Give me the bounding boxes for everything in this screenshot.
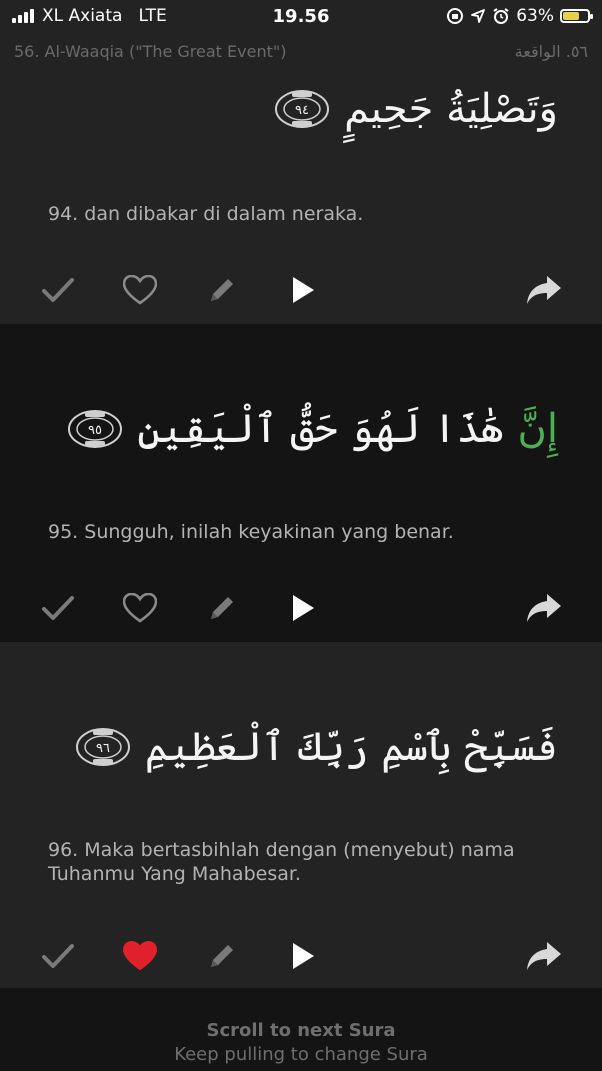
heart-icon[interactable] [120, 588, 160, 628]
share-icon[interactable] [524, 588, 564, 628]
ayah-number-marker: ٩٤ [274, 89, 330, 129]
ayah-arabic-highlight: إِنَّ [517, 406, 559, 452]
alarm-icon [493, 8, 509, 24]
sura-header: 56. Al-Waaqia ("The Great Event") ٥٦. ال… [0, 36, 602, 70]
pull-to-next-sura-footer: Scroll to next Sura Keep pulling to chan… [0, 988, 602, 1071]
check-icon[interactable] [38, 588, 78, 628]
heart-icon-filled[interactable] [120, 936, 160, 976]
ayah-number-marker: ٩٥ [67, 409, 123, 449]
ayah-number: ٩٦ [96, 741, 110, 756]
play-icon[interactable] [283, 270, 323, 310]
check-icon[interactable] [38, 936, 78, 976]
ayah-arabic-text: وَتَصْلِيَةُ جَحِيمٍ ٩٤ [274, 86, 558, 132]
ayah-card-94[interactable]: وَتَصْلِيَةُ جَحِيمٍ ٩٤ 94. dan dibakar … [0, 70, 602, 324]
share-icon[interactable] [524, 936, 564, 976]
ayah-arabic-text: فَسَبِّحْ بِٱسْمِ رَبِّكَ ٱلْعَظِيمِ ٩٦ [75, 724, 558, 770]
ayah-card-95[interactable]: إِنَّ هَٰذَا لَهُوَ حَقُّ ٱلْيَقِينِ ٩٥ … [0, 324, 602, 642]
battery-percent: 63% [516, 6, 554, 26]
scroll-next-sura-label: Scroll to next Sura [206, 1020, 396, 1041]
status-right: 63% [446, 6, 593, 26]
status-bar: XL Axiata LTE 19.56 63% [0, 0, 602, 36]
sura-title-latin: 56. Al-Waaqia ("The Great Event") [14, 42, 287, 61]
ayah-actions [0, 588, 602, 628]
pencil-icon[interactable] [202, 936, 242, 976]
sura-title-arabic: ٥٦. الواقعة [514, 42, 588, 61]
ayah-arabic-text: إِنَّ هَٰذَا لَهُوَ حَقُّ ٱلْيَقِينِ ٩٥ [67, 406, 558, 452]
pencil-icon[interactable] [202, 588, 242, 628]
ayah-number: ٩٤ [295, 103, 309, 118]
ayah-actions [0, 936, 602, 976]
battery-icon [560, 9, 593, 23]
ayah-arabic: فَسَبِّحْ بِٱسْمِ رَبِّكَ ٱلْعَظِيمِ [144, 724, 558, 770]
play-icon[interactable] [283, 588, 323, 628]
ayah-number: ٩٥ [88, 423, 102, 438]
ayah-arabic: وَتَصْلِيَةُ جَحِيمٍ [344, 86, 558, 132]
orientation-lock-icon [447, 8, 464, 24]
ayah-translation: 94. dan dibakar di dalam neraka. [48, 203, 364, 225]
play-icon[interactable] [283, 936, 323, 976]
heart-icon[interactable] [120, 270, 160, 310]
ayah-arabic: هَٰذَا لَهُوَ حَقُّ ٱلْيَقِينِ [137, 406, 504, 452]
ayah-actions [0, 270, 602, 310]
ayah-translation: 95. Sungguh, inilah keyakinan yang benar… [48, 521, 454, 543]
location-icon [471, 9, 486, 23]
keep-pulling-label: Keep pulling to change Sura [174, 1044, 428, 1065]
ayah-translation: 96. Maka bertasbihlah dengan (menyebut) … [48, 839, 515, 885]
ayah-number-marker: ٩٦ [75, 727, 131, 767]
pencil-icon[interactable] [202, 270, 242, 310]
ayah-card-96[interactable]: فَسَبِّحْ بِٱسْمِ رَبِّكَ ٱلْعَظِيمِ ٩٦ … [0, 642, 602, 988]
share-icon[interactable] [524, 270, 564, 310]
check-icon[interactable] [38, 270, 78, 310]
